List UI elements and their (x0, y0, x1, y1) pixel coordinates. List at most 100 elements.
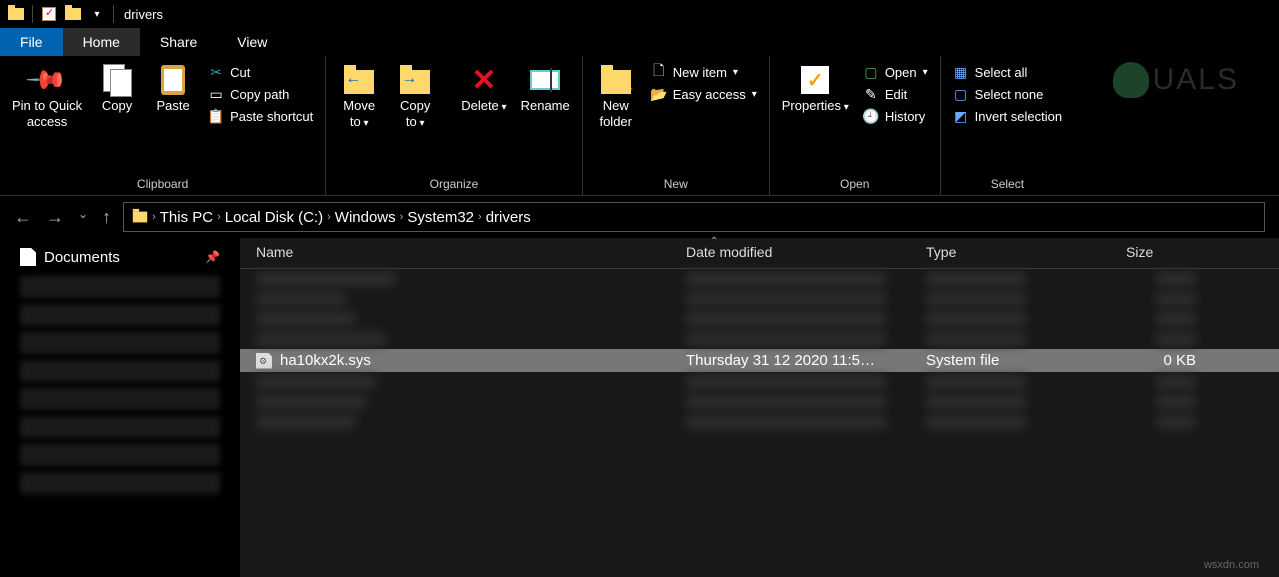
group-open: ✓ Properties ▢ Open ✎ Edit 🕘 History Ope… (770, 56, 941, 195)
new-folder-icon: ✦ (600, 64, 632, 96)
nav-recent-icon[interactable]: ⌄ (78, 207, 88, 228)
sidebar: Documents 📌 (0, 238, 240, 577)
group-clipboard: 📌 Pin to Quick access Copy Paste ✂ Cut ▭… (0, 56, 326, 195)
column-headers: Name Date modified Type Size (240, 238, 1279, 269)
window-title: drivers (124, 7, 163, 22)
easy-access-icon: 📂 (651, 86, 667, 102)
file-row-blurred (240, 372, 1279, 392)
sys-file-icon (256, 353, 272, 369)
sidebar-item-blurred (20, 444, 220, 466)
select-none-icon: ▢ (953, 86, 969, 102)
paste-shortcut-button[interactable]: 📋 Paste shortcut (202, 106, 319, 126)
copy-to-button[interactable]: → Copy to (388, 60, 442, 134)
col-type[interactable]: Type (926, 244, 1126, 260)
group-select: ▦ Select all ▢ Select none ◩ Invert sele… (941, 56, 1074, 195)
sidebar-item-documents[interactable]: Documents 📌 (0, 244, 240, 270)
file-size: 0 KB (1126, 352, 1216, 369)
copy-to-icon: → (399, 64, 431, 96)
brand-icon (1113, 62, 1149, 98)
copy-icon (101, 64, 133, 96)
copy-path-button[interactable]: ▭ Copy path (202, 84, 319, 104)
select-none-button[interactable]: ▢ Select none (947, 84, 1068, 104)
qat-dropdown-icon[interactable] (85, 9, 109, 20)
file-list: ha10kx2k.sys Thursday 31 12 2020 11:5… S… (240, 269, 1279, 432)
sidebar-item-blurred (20, 332, 220, 354)
copy-button[interactable]: Copy (90, 60, 144, 118)
delete-icon: ✕ (468, 64, 500, 96)
tab-view[interactable]: View (217, 28, 287, 56)
file-pane: ⌃ Name Date modified Type Size ha10kx2k.… (240, 238, 1279, 577)
edit-button[interactable]: ✎ Edit (857, 84, 934, 104)
address-folder-icon (133, 212, 147, 223)
qat-save-icon[interactable] (37, 7, 61, 21)
ribbon: 📌 Pin to Quick access Copy Paste ✂ Cut ▭… (0, 56, 1279, 196)
new-item-icon: 🗋 (651, 64, 667, 80)
col-date[interactable]: Date modified (686, 244, 926, 260)
open-button[interactable]: ▢ Open (857, 62, 934, 82)
qat-folder-icon[interactable] (61, 8, 85, 20)
sort-indicator-icon: ⌃ (710, 236, 718, 247)
file-row-blurred (240, 329, 1279, 349)
paste-shortcut-icon: 📋 (208, 108, 224, 124)
nav-up-icon[interactable]: ↑ (102, 207, 111, 228)
easy-access-button[interactable]: 📂 Easy access (645, 84, 763, 104)
file-type: System file (926, 352, 1126, 369)
app-folder-icon (4, 8, 28, 20)
address-bar[interactable]: › This PC› Local Disk (C:)› Windows› Sys… (123, 202, 1265, 232)
watermark-text: wsxdn.com (1204, 559, 1259, 571)
crumb-system32[interactable]: System32 (407, 209, 474, 226)
sidebar-item-blurred (20, 276, 220, 298)
cut-button[interactable]: ✂ Cut (202, 62, 319, 82)
navbar: ← → ⌄ ↑ › This PC› Local Disk (C:)› Wind… (0, 196, 1279, 238)
file-name: ha10kx2k.sys (280, 352, 371, 369)
history-button[interactable]: 🕘 History (857, 106, 934, 126)
group-new: ✦ New folder 🗋 New item 📂 Easy access Ne… (583, 56, 770, 195)
col-name[interactable]: Name (256, 244, 686, 260)
invert-selection-icon: ◩ (953, 108, 969, 124)
crumb-this-pc[interactable]: This PC (160, 209, 213, 226)
file-row-selected[interactable]: ha10kx2k.sys Thursday 31 12 2020 11:5… S… (240, 349, 1279, 372)
paste-button[interactable]: Paste (146, 60, 200, 118)
properties-icon: ✓ (799, 64, 831, 96)
col-size[interactable]: Size (1126, 244, 1216, 260)
file-row-blurred (240, 269, 1279, 289)
pin-quick-access-button[interactable]: 📌 Pin to Quick access (6, 60, 88, 133)
body: Documents 📌 ⌃ Name Date modified Type Si… (0, 238, 1279, 577)
sidebar-item-blurred (20, 388, 220, 410)
sidebar-item-blurred (20, 472, 220, 494)
watermark-brand: UALS (1113, 62, 1239, 98)
tab-file[interactable]: File (0, 28, 63, 56)
new-folder-button[interactable]: ✦ New folder (589, 60, 643, 133)
tab-share[interactable]: Share (140, 28, 217, 56)
nav-back-icon[interactable]: ← (14, 207, 32, 228)
sidebar-item-blurred (20, 416, 220, 438)
rename-button[interactable]: Rename (515, 60, 576, 118)
file-row-blurred (240, 412, 1279, 432)
open-icon: ▢ (863, 64, 879, 80)
file-date: Thursday 31 12 2020 11:5… (686, 352, 926, 369)
pin-icon: 📌 (24, 57, 69, 102)
invert-selection-button[interactable]: ◩ Invert selection (947, 106, 1068, 126)
move-to-button[interactable]: ← Move to (332, 60, 386, 134)
file-row-blurred (240, 309, 1279, 329)
documents-icon (20, 248, 36, 266)
history-icon: 🕘 (863, 108, 879, 124)
group-organize: ← Move to → Copy to ✕ Delete Rename Orga… (326, 56, 583, 195)
titlebar: drivers (0, 0, 1279, 28)
nav-forward-icon[interactable]: → (46, 207, 64, 228)
paste-icon (157, 64, 189, 96)
tab-home[interactable]: Home (63, 28, 140, 56)
properties-button[interactable]: ✓ Properties (776, 60, 855, 118)
sidebar-item-blurred (20, 360, 220, 382)
file-row-blurred (240, 289, 1279, 309)
crumb-windows[interactable]: Windows (335, 209, 396, 226)
crumb-drivers[interactable]: drivers (486, 209, 531, 226)
scissors-icon: ✂ (208, 64, 224, 80)
ribbon-tabs: File Home Share View (0, 28, 1279, 56)
select-all-icon: ▦ (953, 64, 969, 80)
pin-icon: 📌 (205, 250, 220, 264)
crumb-local-disk[interactable]: Local Disk (C:) (225, 209, 323, 226)
new-item-button[interactable]: 🗋 New item (645, 62, 763, 82)
select-all-button[interactable]: ▦ Select all (947, 62, 1068, 82)
delete-button[interactable]: ✕ Delete (455, 60, 512, 118)
